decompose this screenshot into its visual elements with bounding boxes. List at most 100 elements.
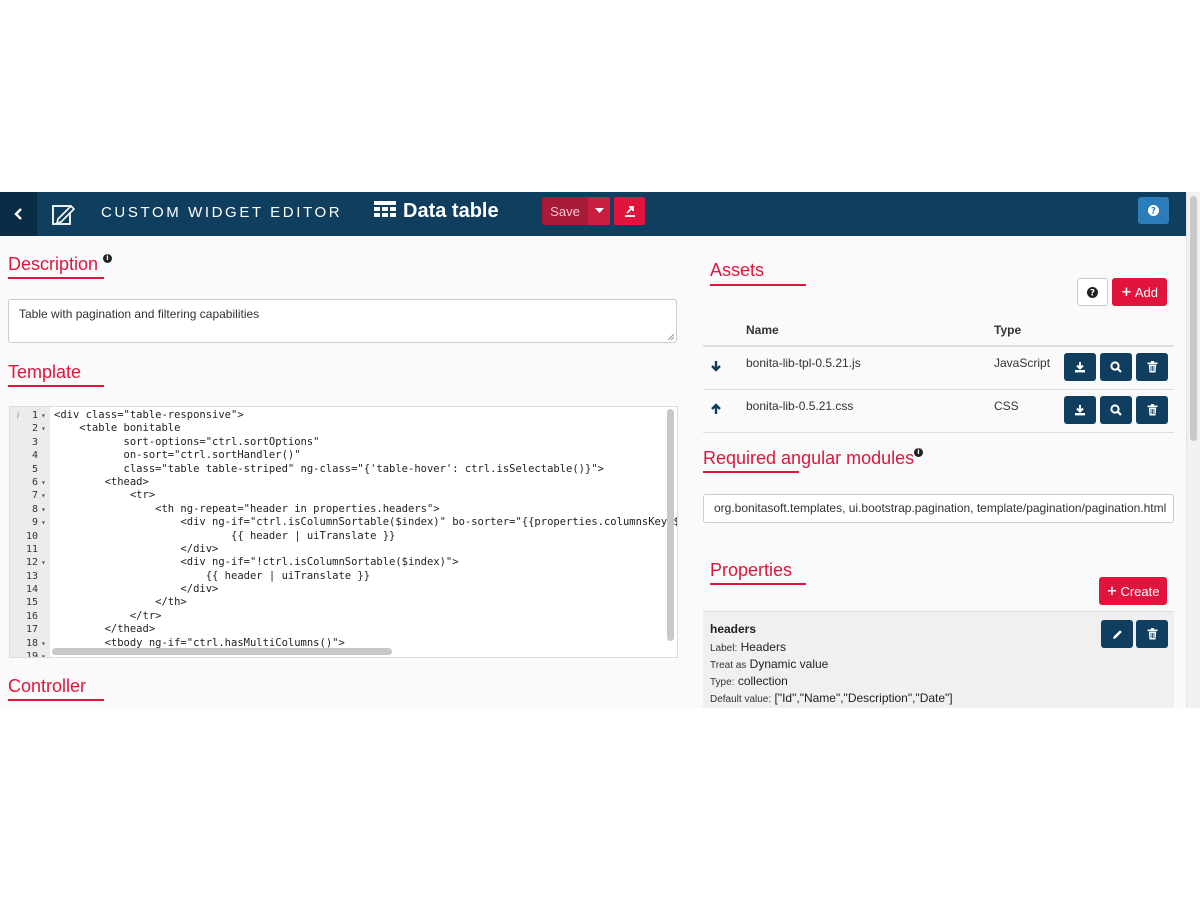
template-title: Template [8,362,82,382]
export-button[interactable] [614,197,645,225]
code-line: 9 ▾ <div ng-if="ctrl.isColumnSortable($in… [10,516,677,529]
line-number: 12 [25,557,38,569]
fold-toggle-icon[interactable]: ▾ [41,516,46,529]
back-button[interactable] [0,192,37,236]
table-row: bonita-lib-0.5.21.css CSS [703,390,1174,433]
line-number: 7 [31,490,38,502]
edit-property-button[interactable] [1101,620,1133,648]
scrollbar-thumb[interactable] [1190,196,1197,441]
description-underline [8,277,104,279]
line-number: 2 [31,423,38,435]
code-line: 12 ▾ <div ng-if="!ctrl.isColumnSortable($… [10,556,665,569]
property-type-line: Type: collection [710,674,788,688]
app-title: CUSTOM WIDGET EDITOR [101,204,343,221]
save-button[interactable]: Save [542,197,588,225]
download-icon [1075,362,1085,373]
column-header-name: Name [746,323,779,337]
code-text: <tr> [54,489,156,502]
delete-property-button[interactable] [1136,620,1168,648]
code-text: </thead> [54,623,156,636]
line-number: 6 [31,476,38,488]
code-text: </div> [54,583,219,596]
code-line: 14 </div> [10,583,665,596]
code-text: <div ng-if="ctrl.isColumnSortable($index… [54,516,678,529]
assets-help-button[interactable]: ? [1077,278,1108,306]
code-text: </div> [54,542,219,555]
code-text: {{ header | uiTranslate }} [54,529,396,542]
description-field[interactable]: Table with pagination and filtering capa… [8,299,677,343]
info-icon: i [914,448,923,457]
line-number: 10 [25,530,38,542]
top-bar: CUSTOM WIDGET EDITOR Data table Save ? [0,192,1186,236]
trash-icon [1147,628,1157,640]
property-type-value: collection [737,674,788,688]
code-line: 15 </th> [10,596,665,609]
download-icon [1075,405,1085,416]
code-lines: 1 ▾ <div class="table-responsive"> 2 ▾ <tabl… [10,409,677,658]
question-circle-icon: ? [1087,286,1098,298]
line-number: 8 [31,503,38,515]
code-line: 4 on-sort="ctrl.sortHandler()" [10,449,665,462]
delete-asset-button[interactable] [1136,396,1168,424]
page-vertical-scrollbar[interactable] [1186,192,1200,708]
properties-title: Properties [710,560,793,580]
fold-toggle-icon[interactable]: ▾ [41,489,46,502]
code-line: 16 </tr> [10,610,665,623]
line-number: 11 [25,543,38,555]
fold-toggle-icon[interactable]: ▾ [41,422,46,435]
resize-grip-icon[interactable] [667,333,675,341]
assets-underline [710,284,806,286]
info-icon: i [103,254,112,263]
code-line: 11 </div> [10,543,665,556]
assets-title: Assets [710,260,765,280]
view-asset-button[interactable] [1100,353,1132,381]
code-text: sort-options="ctrl.sortOptions" [54,435,320,448]
property-name: headers [710,622,757,636]
modules-input[interactable]: org.bonitasoft.templates, ui.bootstrap.p… [703,494,1174,523]
template-code-editor[interactable]: i 1 ▾ <div class="table-responsive"> 2 ▾ <ta… [9,406,678,658]
code-text: <div ng-if="!ctrl.isColumnSortable($inde… [54,556,459,569]
editor-horizontal-scrollbar[interactable] [52,648,392,655]
edit-pencil-icon [52,204,76,225]
download-asset-button[interactable] [1064,353,1096,381]
chevron-left-icon [13,208,22,220]
property-treat-line: Treat as Dynamic value [710,657,828,671]
help-button[interactable]: ? [1138,197,1169,224]
line-number: 3 [31,436,38,448]
editor-vertical-scrollbar[interactable] [667,409,675,641]
code-line: 2 ▾ <table bonitable [10,422,665,435]
property-item: headers Label: Headers Treat as Dynamic … [703,612,1174,708]
save-options-dropdown[interactable] [588,197,610,225]
properties-underline [710,583,806,585]
question-circle-icon: ? [1148,205,1159,216]
fold-toggle-icon[interactable]: ▾ [41,650,46,657]
line-number: 13 [25,570,38,582]
property-type-key: Type: [710,677,735,688]
asset-name: bonita-lib-tpl-0.5.21.js [746,356,861,370]
code-text: class="table table-striped" ng-class="{'… [54,462,604,475]
create-property-button[interactable]: + Create [1099,577,1167,605]
search-icon [1110,361,1122,373]
widget-name: Data table [403,200,499,222]
widget-editor-app: CUSTOM WIDGET EDITOR Data table Save ? D… [0,192,1186,708]
delete-asset-button[interactable] [1136,353,1168,381]
add-asset-button[interactable]: + Add [1112,278,1167,306]
fold-toggle-icon[interactable]: ▾ [41,409,46,422]
fold-toggle-icon[interactable]: ▾ [41,556,46,569]
property-label-value: Headers [740,640,786,654]
view-asset-button[interactable] [1100,396,1132,424]
pencil-icon [1112,629,1122,639]
download-asset-button[interactable] [1064,396,1096,424]
fold-toggle-icon[interactable]: ▾ [41,476,46,489]
caret-down-icon [594,208,604,213]
code-line: 17 </thead> [10,623,665,636]
line-number: 15 [25,597,38,609]
property-default-line: Default value: ["Id","Name","Description… [710,691,953,705]
fold-toggle-icon[interactable]: ▾ [41,637,46,650]
description-text: Table with pagination and filtering capa… [19,307,260,321]
svg-text:?: ? [1090,288,1095,297]
table-row: bonita-lib-tpl-0.5.21.js JavaScript [703,347,1174,390]
code-line: 7 ▾ <tr> [10,489,665,502]
line-number: 19 [25,651,38,658]
fold-toggle-icon[interactable]: ▾ [41,503,46,516]
